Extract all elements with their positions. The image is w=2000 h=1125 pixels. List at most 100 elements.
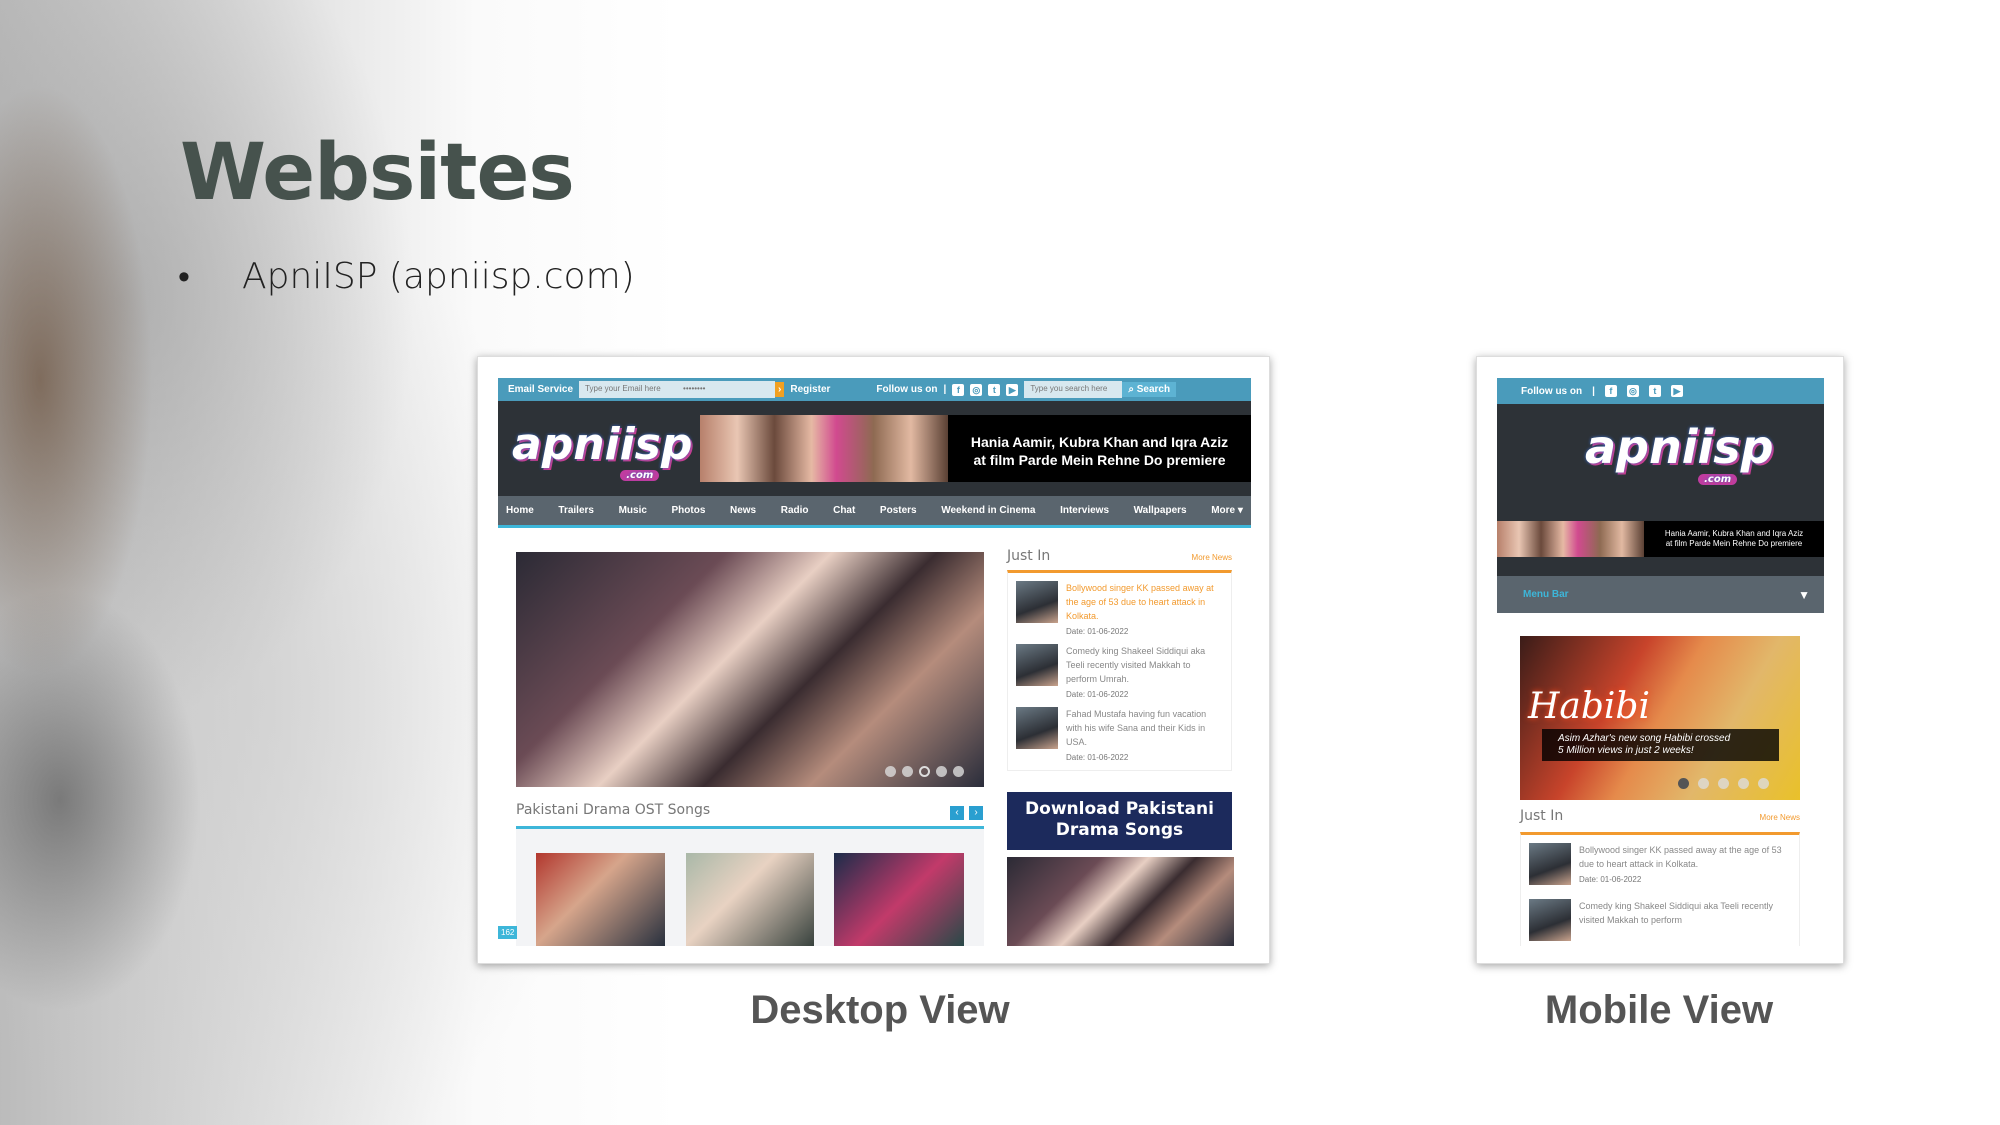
page-badge: 162 xyxy=(498,926,518,939)
slide-title: Websites xyxy=(180,128,575,218)
bullet-text: ApniISP (apniisp.com) xyxy=(242,256,635,297)
news-date: Date: 01-06-2022 xyxy=(1066,627,1129,636)
mobile-site: Follow us on | f ◎ t ▶ apniisp .com Hania… xyxy=(1497,378,1824,946)
nav-photos[interactable]: Photos xyxy=(672,505,706,516)
banner-line: Download Pakistani xyxy=(1025,799,1214,819)
nav-home[interactable]: Home xyxy=(506,505,534,516)
facebook-icon[interactable]: f xyxy=(1604,385,1617,397)
search-input[interactable]: Type you search here xyxy=(1024,381,1123,398)
slider-dot[interactable] xyxy=(1758,778,1769,789)
apniisp-logo[interactable]: apniisp .com xyxy=(512,419,692,481)
youtube-icon[interactable]: ▶ xyxy=(1006,383,1019,396)
ticker-caption[interactable]: Hania Aamir, Kubra Khan and Iqra Aziz at… xyxy=(1644,521,1824,557)
search-button-label: Search xyxy=(1136,384,1171,395)
mobile-slider-image[interactable]: Habibi Asim Azhar's new song Habibi cros… xyxy=(1520,636,1800,800)
caption-line: 5 Million views in just 2 weeks! xyxy=(1558,745,1694,756)
nav-trailers[interactable]: Trailers xyxy=(558,505,594,516)
register-link[interactable]: Register xyxy=(790,384,830,395)
ost-thumbnail[interactable] xyxy=(834,853,964,946)
nav-music[interactable]: Music xyxy=(619,505,647,516)
ticker-caption[interactable]: Hania Aamir, Kubra Khan and Iqra Aziz at… xyxy=(948,415,1251,482)
mobile-view-caption: Mobile View xyxy=(1544,988,1774,1032)
slider-dot[interactable] xyxy=(1738,778,1749,789)
apniisp-logo[interactable]: apniisp .com xyxy=(1585,420,1774,485)
nav-more[interactable]: More ▾ xyxy=(1211,505,1243,516)
desktop-view-caption: Desktop View xyxy=(750,988,1010,1032)
download-drama-songs-banner[interactable]: Download Pakistani Drama Songs xyxy=(1007,792,1232,850)
instagram-icon[interactable]: ◎ xyxy=(1626,385,1639,397)
nav-interviews[interactable]: Interviews xyxy=(1060,505,1109,516)
desktop-site: Email Service Type your Email here •••••… xyxy=(498,378,1251,946)
news-headline[interactable]: Comedy king Shakeel Siddiqui aka Teeli r… xyxy=(1066,644,1223,686)
next-arrow-button[interactable]: › xyxy=(969,806,983,820)
promo-image[interactable] xyxy=(1007,857,1234,946)
separator: | xyxy=(1592,385,1595,397)
twitter-icon[interactable]: t xyxy=(988,383,1001,396)
slider-dots xyxy=(1678,778,1769,789)
ost-thumbnail[interactable] xyxy=(536,853,665,946)
news-headline[interactable]: Comedy king Shakeel Siddiqui aka Teeli r… xyxy=(1579,899,1791,927)
news-item[interactable]: Fahad Mustafa having fun vacation with h… xyxy=(1016,707,1223,762)
chevron-down-icon: ▼ xyxy=(1798,587,1810,602)
desktop-screenshot: Email Service Type your Email here •••••… xyxy=(477,356,1270,964)
slider-dot[interactable] xyxy=(936,766,947,777)
register-arrow-icon[interactable]: › xyxy=(775,382,785,397)
more-news-link[interactable]: More News xyxy=(1760,813,1800,822)
menu-bar-label: Menu Bar xyxy=(1523,589,1569,600)
news-date: Date: 01-06-2022 xyxy=(1579,875,1642,884)
mobile-header: apniisp .com Hania Aamir, Kubra Khan and … xyxy=(1497,404,1824,576)
slider-dot[interactable] xyxy=(1698,778,1709,789)
email-input[interactable]: Type your Email here xyxy=(579,381,678,398)
news-date: Date: 01-06-2022 xyxy=(1066,753,1129,762)
bullet-dot: • xyxy=(178,258,190,296)
nav-chat[interactable]: Chat xyxy=(833,505,855,516)
news-item[interactable]: Bollywood singer KK passed away at the a… xyxy=(1529,843,1791,885)
separator: | xyxy=(943,384,947,395)
facebook-icon[interactable]: f xyxy=(952,383,965,396)
slider-dot[interactable] xyxy=(1718,778,1729,789)
ticker-line: Hania Aamir, Kubra Khan and Iqra Aziz xyxy=(970,434,1229,450)
slider-dot[interactable] xyxy=(902,766,913,777)
main-slider-image[interactable] xyxy=(516,552,984,787)
slider-dot-active[interactable] xyxy=(1678,778,1689,789)
password-input[interactable]: •••••••• xyxy=(677,381,776,398)
menu-bar-toggle[interactable]: Menu Bar ▼ xyxy=(1497,576,1824,613)
slider-dot-active[interactable] xyxy=(919,766,930,777)
news-headline[interactable]: Bollywood singer KK passed away at the a… xyxy=(1066,581,1223,623)
nav-weekend-in-cinema[interactable]: Weekend in Cinema xyxy=(941,505,1035,516)
follow-label: Follow us on xyxy=(876,384,938,395)
news-thumbnail xyxy=(1529,899,1571,941)
ost-section-title: Pakistani Drama OST Songs xyxy=(516,802,711,818)
nav-wallpapers[interactable]: Wallpapers xyxy=(1134,505,1187,516)
news-thumbnail xyxy=(1016,644,1058,686)
instagram-icon[interactable]: ◎ xyxy=(970,383,983,396)
ticker-line: at film Parde Mein Rehne Do premiere xyxy=(1665,539,1803,548)
more-news-link[interactable]: More News xyxy=(1192,553,1232,562)
ticker-line: at film Parde Mein Rehne Do premiere xyxy=(973,452,1226,468)
ticker-image xyxy=(700,415,948,482)
news-item[interactable]: Comedy king Shakeel Siddiqui aka Teeli r… xyxy=(1529,899,1791,941)
twitter-icon[interactable]: t xyxy=(1648,385,1661,397)
news-headline[interactable]: Fahad Mustafa having fun vacation with h… xyxy=(1066,707,1223,749)
slider-dot[interactable] xyxy=(953,766,964,777)
news-item[interactable]: Comedy king Shakeel Siddiqui aka Teeli r… xyxy=(1016,644,1223,699)
ost-thumbnail[interactable] xyxy=(686,853,814,946)
nav-posters[interactable]: Posters xyxy=(880,505,917,516)
banner-line: Drama Songs xyxy=(1055,820,1184,840)
desktop-nav: Home Trailers Music Photos News Radio Ch… xyxy=(498,496,1251,528)
news-headline[interactable]: Bollywood singer KK passed away at the a… xyxy=(1579,843,1791,871)
prev-arrow-button[interactable]: ‹ xyxy=(950,806,964,820)
just-in-title: Just In xyxy=(1520,808,1564,824)
just-in-list: Bollywood singer KK passed away at the a… xyxy=(1007,570,1232,771)
news-thumbnail xyxy=(1016,581,1058,623)
search-button[interactable]: ⌕ Search xyxy=(1122,382,1177,397)
just-in-title: Just In xyxy=(1007,548,1051,564)
slider-dot[interactable] xyxy=(885,766,896,777)
ticker-line: Hania Aamir, Kubra Khan and Iqra Aziz xyxy=(1664,529,1804,538)
news-item[interactable]: Bollywood singer KK passed away at the a… xyxy=(1016,581,1223,636)
youtube-icon[interactable]: ▶ xyxy=(1670,385,1683,397)
nav-news[interactable]: News xyxy=(730,505,756,516)
just-in-panel: Just In More News Bollywood singer KK pa… xyxy=(1007,548,1232,771)
slide-caption: Asim Azhar's new song Habibi crossed 5 M… xyxy=(1542,729,1779,761)
nav-radio[interactable]: Radio xyxy=(781,505,809,516)
